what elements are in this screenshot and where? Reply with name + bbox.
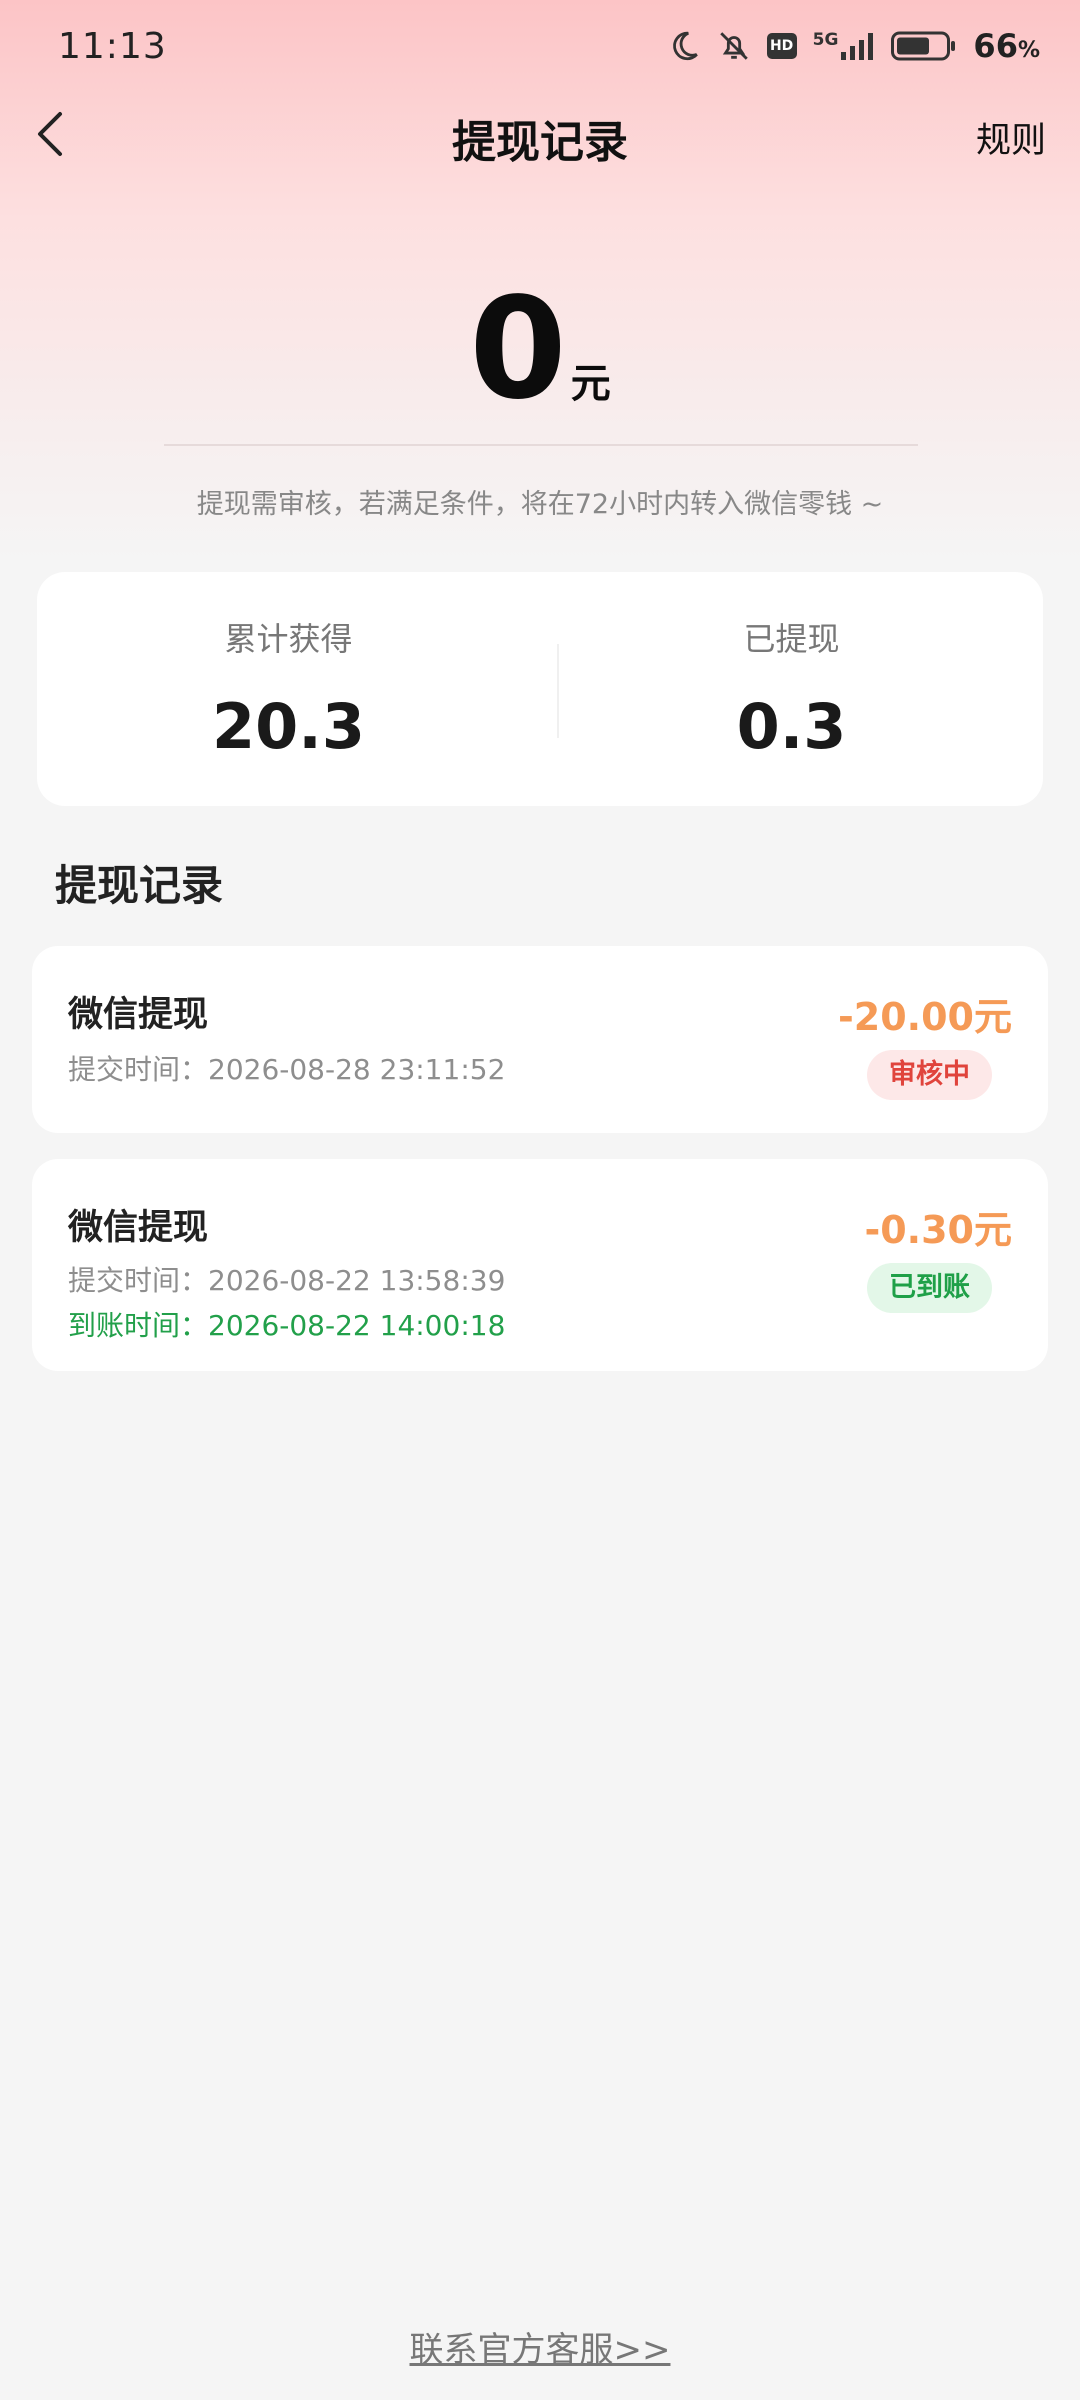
battery-icon <box>891 30 957 62</box>
nav-bar: 提现记录 规则 <box>0 92 1080 178</box>
balance-amount: 0 <box>469 268 567 431</box>
bell-off-icon <box>717 29 751 63</box>
record-amount: -0.30元 <box>864 1208 1012 1252</box>
record-title: 微信提现 <box>68 995 209 1035</box>
status-time: 11:13 <box>58 25 167 67</box>
record-arrive-time: 到账时间：2026-08-22 14:00:18 <box>68 1309 506 1342</box>
stat-withdrawn-label: 已提现 <box>743 620 840 658</box>
stats-divider <box>557 644 559 738</box>
signal-5g-icon: 5G <box>813 32 876 60</box>
record-item[interactable]: 微信提现 提交时间：2026-08-28 23:11:52 -20.00元 审核… <box>32 946 1048 1133</box>
status-bar: 11:13 HD 5G 66% <box>0 0 1080 92</box>
balance-display: 0元 <box>0 280 1080 420</box>
page-title: 提现记录 <box>452 117 628 168</box>
stat-earned-value: 20.3 <box>212 690 365 763</box>
withdraw-notice: 提现需审核，若满足条件，将在72小时内转入微信零钱 ~ <box>196 489 884 520</box>
status-badge: 审核中 <box>867 1050 992 1100</box>
stat-withdrawn: 已提现 0.3 <box>540 572 1043 806</box>
record-title: 微信提现 <box>68 1208 209 1248</box>
record-item[interactable]: 微信提现 提交时间：2026-08-22 13:58:39 到账时间：2026-… <box>32 1159 1048 1371</box>
stat-earned: 累计获得 20.3 <box>37 572 540 806</box>
network-type-label: 5G <box>812 30 839 50</box>
rules-link[interactable]: 规则 <box>976 112 1046 163</box>
records-section-title: 提现记录 <box>55 861 224 910</box>
stat-withdrawn-value: 0.3 <box>736 690 847 763</box>
battery-percent: 66% <box>973 27 1040 65</box>
status-badge: 已到账 <box>867 1263 992 1313</box>
divider <box>164 444 918 446</box>
stats-card: 累计获得 20.3 已提现 0.3 <box>37 572 1043 806</box>
stat-earned-label: 累计获得 <box>224 620 353 658</box>
record-submit-time: 提交时间：2026-08-28 23:11:52 <box>68 1053 506 1086</box>
balance-unit: 元 <box>570 361 611 407</box>
withdraw-records-page: 11:13 HD 5G 66% 提现记录 规则 0 元 提现需审核，若满足条件，… <box>0 0 1080 2400</box>
hd-icon: HD <box>766 33 797 59</box>
status-icons: HD 5G 66% <box>667 27 1040 65</box>
moon-icon <box>667 29 701 63</box>
battery-value: 66 <box>973 27 1018 65</box>
record-submit-time: 提交时间：2026-08-22 13:58:39 <box>68 1264 506 1297</box>
contact-support-link[interactable]: 联系官方客服>> <box>0 2322 1080 2371</box>
battery-unit: % <box>1017 38 1040 63</box>
record-amount: -20.00元 <box>838 995 1012 1039</box>
